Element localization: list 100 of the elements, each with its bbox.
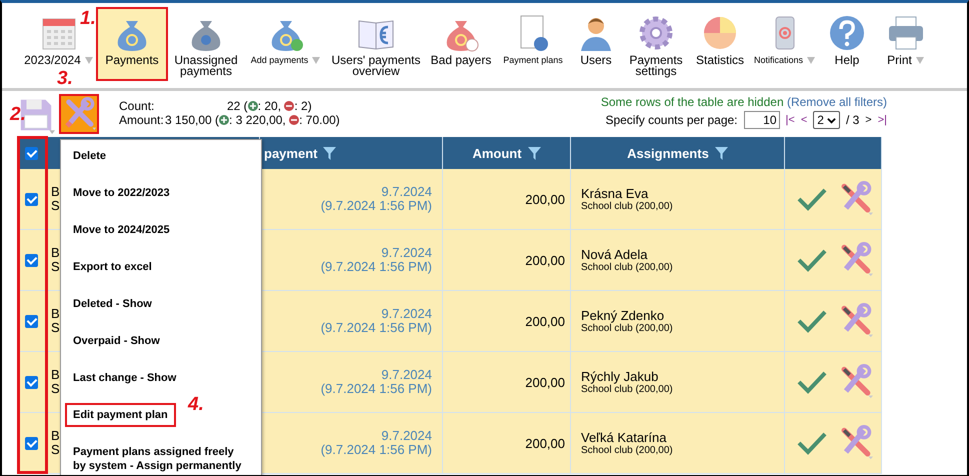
amount-plus: : 3 220,00,	[229, 113, 286, 127]
toolbar-button[interactable]: Payments settings	[626, 55, 686, 77]
payment-date: 9.7.2024	[381, 368, 432, 382]
toolbar-button[interactable]: Payment plans	[503, 55, 563, 66]
menu-item[interactable]: Export to excel	[65, 255, 160, 279]
menu-item[interactable]: Last change - Show	[65, 366, 184, 390]
table-cell: B	[51, 307, 60, 321]
toolbar-button[interactable]: Users' payments overview	[330, 55, 422, 77]
payment-datetime: (9.7.2024 1:56 PM)	[320, 321, 432, 335]
toolbar-button[interactable]: Statistics	[696, 55, 744, 66]
caret-icon	[914, 55, 925, 65]
payment-date: 9.7.2024	[381, 307, 432, 321]
row-checkbox[interactable]	[25, 254, 38, 266]
menu-item[interactable]: Payment plans assigned freely by system - Assign permanently	[65, 440, 257, 475]
toolbar-button[interactable]: Help	[834, 55, 860, 66]
row-checkbox[interactable]	[25, 192, 38, 206]
plus-icon	[219, 115, 230, 125]
payment-datetime: (9.7.2024 1:56 PM)	[320, 382, 432, 396]
plus-icon	[248, 101, 258, 111]
step-number: 4.	[188, 395, 204, 415]
caret-icon	[311, 55, 322, 65]
next-page-link[interactable]: >	[865, 114, 872, 126]
assignee-name: Nová Adela	[581, 247, 648, 262]
amount-cell: 200,00	[525, 252, 565, 268]
table-cell: B	[51, 429, 60, 443]
caret-icon	[84, 55, 94, 65]
row-checkbox[interactable]	[25, 376, 38, 388]
payment-datetime: (9.7.2024 1:56 PM)	[320, 260, 432, 274]
page-select[interactable]: 2	[813, 111, 840, 129]
table-cell: S	[51, 443, 60, 457]
assignee-name: Pekný Zdenko	[581, 308, 666, 323]
remove-filters-link[interactable]: (Remove all filters)	[786, 95, 887, 109]
step-number: 3.	[57, 69, 73, 89]
checkmark-icon[interactable]	[797, 309, 827, 333]
toolbar-button[interactable]: Users	[580, 55, 612, 66]
minus-icon	[284, 101, 294, 111]
checkmark-icon[interactable]	[797, 431, 827, 455]
filter-notice: Some rows of the table are hidden	[600, 95, 784, 109]
table-cell: B	[51, 368, 60, 382]
chevron-down-icon	[826, 116, 836, 124]
row-checkbox[interactable]	[25, 314, 38, 328]
per-page-label: Specify counts per page:	[605, 113, 738, 127]
assignment-detail: School club (200,00)	[581, 445, 674, 456]
toolbar-button[interactable]: Add payments	[250, 55, 308, 66]
assignee-name: Veľká Katarína	[581, 430, 668, 445]
table-cell: B	[51, 185, 60, 199]
help-icon	[827, 13, 867, 53]
menu-item[interactable]: Edit payment plan	[65, 403, 176, 427]
assignee-name: Rýchly Jakub	[581, 369, 660, 384]
payment-datetime: (9.7.2024 1:56 PM)	[320, 199, 432, 213]
row-checkbox[interactable]	[25, 436, 38, 450]
amount-cell: 200,00	[525, 436, 565, 450]
per-page-field[interactable]: 10	[744, 111, 780, 129]
checkmark-icon[interactable]	[797, 370, 827, 394]
menu-item[interactable]: Move to 2024/2025	[65, 218, 178, 242]
checkmark-icon[interactable]	[797, 187, 827, 211]
count-label: Count:	[119, 99, 156, 113]
menu-item[interactable]: Delete	[65, 144, 114, 168]
checkmark-icon[interactable]	[797, 248, 827, 272]
filter-icon	[323, 146, 336, 160]
payment-date: 9.7.2024	[381, 429, 432, 443]
payment-datetime: (9.7.2024 1:56 PM)	[320, 443, 432, 457]
minus-icon	[289, 115, 300, 125]
previous-page-link[interactable]: <	[800, 114, 808, 126]
payment-date: 9.7.2024	[381, 185, 432, 199]
assignment-detail: School club (200,00)	[581, 262, 674, 273]
step-number: 1.	[80, 9, 96, 29]
amount-cell: 200,00	[525, 314, 565, 328]
payment-date: 9.7.2024	[381, 246, 432, 260]
step-number: 2.	[10, 105, 26, 125]
count-minus: : 2)	[294, 99, 312, 113]
table-cell: S	[51, 382, 60, 396]
count-value: 22 (	[226, 99, 248, 113]
amount-cell: 200,00	[525, 192, 565, 206]
last-page-link[interactable]: >|	[878, 114, 887, 126]
filter-icon	[714, 146, 728, 160]
amount-label: Amount:	[119, 113, 165, 127]
toolbar-button[interactable]: Payments	[96, 7, 168, 81]
filter-icon	[528, 146, 541, 160]
toolbar-button[interactable]: Notifications	[754, 55, 804, 66]
menu-item[interactable]: Overpaid - Show	[65, 329, 168, 353]
assignment-detail: School club (200,00)	[581, 201, 674, 212]
toolbar-button[interactable]: 2023/2024	[24, 55, 81, 66]
toolbar-button[interactable]: Unassigned payments	[170, 55, 242, 77]
table-cell: B	[51, 246, 60, 260]
table-cell: S	[51, 260, 60, 274]
menu-item[interactable]: Move to 2022/2023	[65, 181, 178, 205]
page-count: / 3	[846, 113, 860, 127]
select-all-checkbox[interactable]	[25, 146, 38, 160]
amount-minus: : 70.00)	[299, 113, 340, 127]
assignee-name: Krásna Eva	[581, 186, 650, 201]
assignment-detail: School club (200,00)	[581, 384, 674, 395]
toolbar-button[interactable]: Bad payers	[430, 55, 492, 66]
toolbar-button[interactable]: Print	[887, 55, 912, 66]
first-page-link[interactable]: |<	[786, 114, 795, 126]
amount-value: 3 150,00 (	[165, 113, 220, 127]
menu-item[interactable]: Deleted - Show	[65, 292, 160, 316]
caret-icon	[806, 55, 816, 65]
table-cell: S	[51, 199, 60, 213]
table-cell: S	[51, 321, 60, 335]
